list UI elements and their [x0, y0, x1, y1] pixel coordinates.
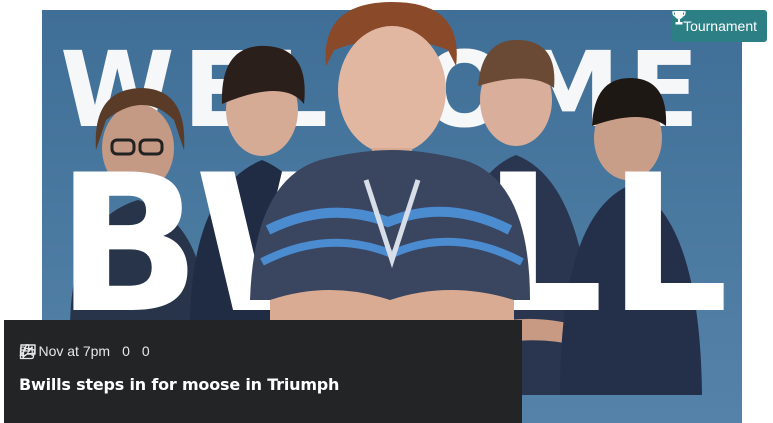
article-hero-card[interactable]: WELCOME BWILLS [0, 0, 773, 423]
comments-count: 0 [122, 343, 130, 359]
thumbs-up-icon [19, 343, 36, 360]
article-headline[interactable]: Bwills steps in for moose in Triumph [19, 375, 339, 394]
article-meta: 24 Nov at 7pm 0 0 [19, 343, 150, 360]
likes-count: 0 [141, 343, 150, 359]
tournament-badge[interactable]: Tournament [672, 10, 767, 42]
likes-stat[interactable]: 0 [19, 343, 150, 360]
trophy-icon [672, 11, 686, 25]
article-caption-panel[interactable]: 24 Nov at 7pm 0 0 Bwills steps in for mo… [4, 320, 522, 423]
tournament-badge-label: Tournament [683, 18, 757, 34]
comments-stat[interactable]: 0 [20, 343, 130, 359]
